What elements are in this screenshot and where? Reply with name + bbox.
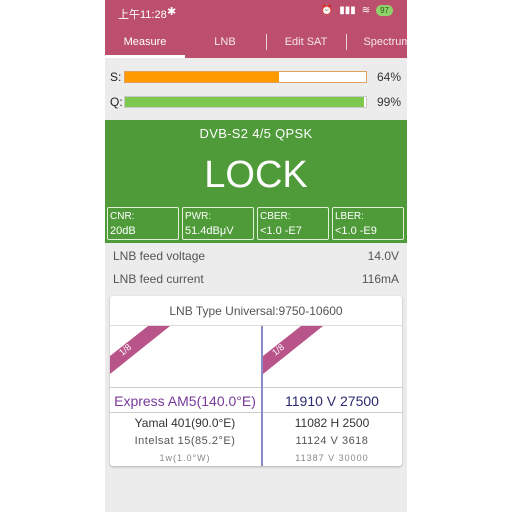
- selection-line: [263, 387, 402, 388]
- stat-key: PWR:: [185, 211, 212, 222]
- signal-strength-meter: S: 64%: [105, 67, 407, 87]
- satellite-selected[interactable]: Express AM5(140.0°E): [110, 393, 260, 409]
- stat-value: 20dB: [110, 225, 136, 237]
- lber-box: LBER: <1.0 -E9: [332, 207, 404, 240]
- lock-state: LOCK: [204, 154, 308, 196]
- status-icons: ⏰ ▮▮▮ ≋ 97: [321, 5, 393, 16]
- transponder-selected[interactable]: 11910 V 27500: [257, 393, 402, 409]
- top-bar: 上午11:28 ✱ ⏰ ▮▮▮ ≋ 97 Measure LNB Edit SA…: [105, 0, 407, 58]
- status-bar: 上午11:28 ✱ ⏰ ▮▮▮ ≋ 97: [105, 0, 407, 24]
- app-screen: 上午11:28 ✱ ⏰ ▮▮▮ ≋ 97 Measure LNB Edit SA…: [105, 0, 407, 512]
- stat-value: <1.0 -E7: [260, 225, 302, 237]
- wifi-icon: ≋: [361, 5, 371, 16]
- page-badge-right: 1/8: [263, 326, 323, 374]
- transponder-item[interactable]: 11387 V 30000: [257, 453, 402, 463]
- signal-icon: ▮▮▮: [339, 5, 356, 16]
- meter-label: Q:: [110, 95, 123, 109]
- meter-track: [124, 96, 367, 108]
- cber-box: CBER: <1.0 -E7: [257, 207, 329, 240]
- info-label: LNB feed voltage: [113, 249, 206, 263]
- meter-fill: [125, 72, 280, 82]
- info-value: 14.0V: [367, 249, 399, 263]
- tab-edit-sat[interactable]: Edit SAT: [266, 30, 346, 56]
- stat-key: CBER:: [260, 211, 291, 222]
- selection-line: [110, 412, 261, 413]
- tab-measure[interactable]: Measure: [105, 30, 185, 56]
- stat-key: LBER:: [335, 211, 364, 222]
- page-badge-left: 1/8: [110, 326, 170, 374]
- pwr-box: PWR: 51.4dBμV: [182, 207, 254, 240]
- satellite-item[interactable]: Intelsat 15(85.2°E): [110, 435, 260, 447]
- signal-quality-meter: Q: 99%: [105, 92, 407, 112]
- alarm-icon: ⏰: [320, 5, 334, 16]
- status-time: 上午11:28: [118, 9, 167, 21]
- cnr-box: CNR: 20dB: [107, 207, 179, 240]
- bluetooth-icon: ✱: [167, 6, 177, 18]
- stat-value: 51.4dBμV: [185, 225, 234, 237]
- info-value: 116mA: [361, 272, 399, 286]
- satellite-item[interactable]: 1w(1.0°W): [110, 453, 260, 463]
- tab-lnb[interactable]: LNB: [185, 30, 265, 56]
- tab-divider: [266, 34, 267, 50]
- meter-value: 99%: [377, 95, 402, 109]
- selection-line: [110, 387, 261, 388]
- tab-bar: Measure LNB Edit SAT Spectrum: [105, 30, 407, 58]
- stat-value: <1.0 -E9: [335, 225, 377, 237]
- tab-divider: [346, 34, 347, 50]
- stat-key: CNR:: [110, 211, 135, 222]
- satellite-item[interactable]: Yamal 401(90.0°E): [110, 416, 260, 430]
- transponder-item[interactable]: 11124 V 3618: [257, 435, 402, 447]
- meter-value: 64%: [377, 70, 402, 84]
- tab-active-indicator: [105, 55, 185, 58]
- selection-line: [263, 412, 402, 413]
- lock-status-panel: DVB-S2 4/5 QPSK LOCK CNR: 20dB PWR: 51.4…: [105, 120, 407, 243]
- meter-track: [124, 71, 367, 83]
- battery-icon: 97: [376, 5, 393, 16]
- lnb-type-label[interactable]: LNB Type Universal:9750-10600: [110, 304, 402, 318]
- satellite-card: LNB Type Universal:9750-10600 1/8 1/8 Ex…: [110, 296, 402, 466]
- tab-spectrum[interactable]: Spectrum: [347, 30, 407, 56]
- modulation-text: DVB-S2 4/5 QPSK: [199, 126, 313, 141]
- meter-fill: [125, 97, 364, 107]
- transponder-item[interactable]: 11082 H 2500: [257, 416, 402, 430]
- meter-label: S:: [110, 70, 122, 84]
- info-label: LNB feed current: [113, 272, 204, 286]
